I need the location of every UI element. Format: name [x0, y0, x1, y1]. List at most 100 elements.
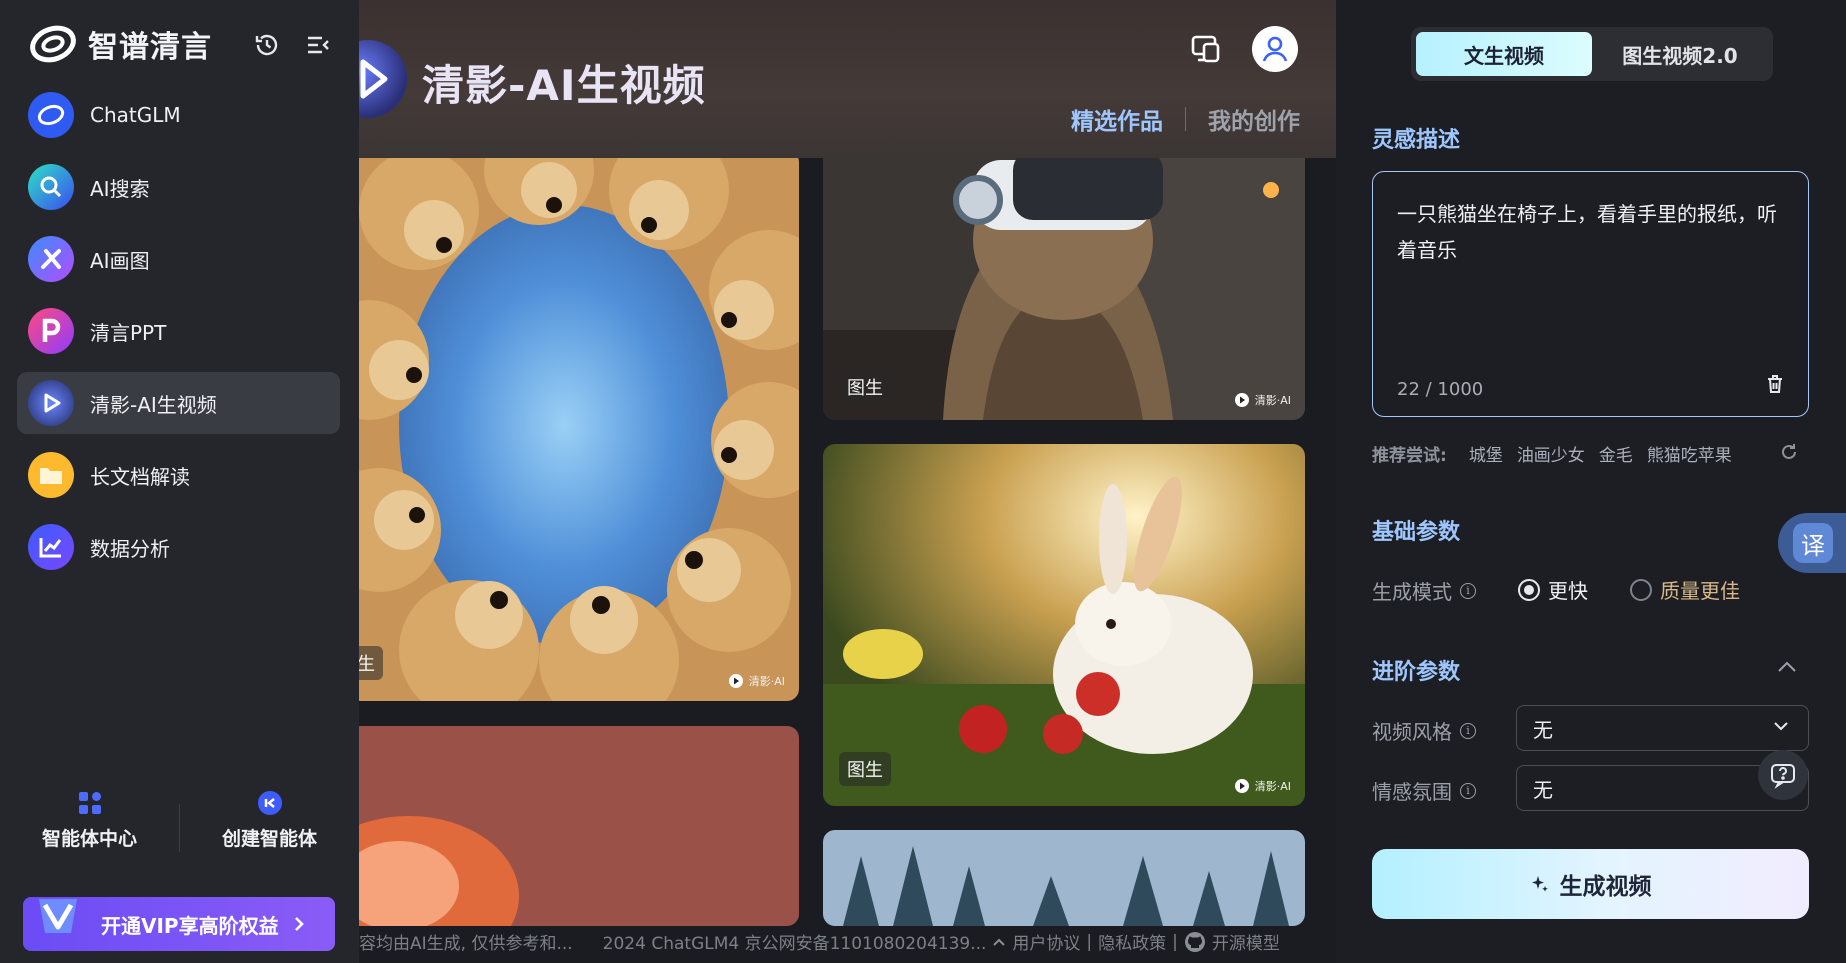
sidebar-item-label: AI搜索 [90, 176, 150, 201]
radio-dot-unchecked [1630, 578, 1652, 601]
mood-text: 情感氛围 [1372, 780, 1452, 804]
gallery-card-forest[interactable] [823, 830, 1305, 926]
gallery-card-flower[interactable] [359, 726, 799, 926]
chevron-up-icon[interactable] [1776, 660, 1798, 674]
footer: 容均由AI生成, 仅供参考和... 2024 ChatGLM4 京公网安备110… [359, 920, 1336, 963]
advanced-params-title: 进阶参数 [1372, 660, 1461, 685]
radio-quality[interactable]: 质量更佳 [1630, 575, 1740, 604]
info-icon[interactable]: i [1460, 722, 1476, 739]
ppt-icon [28, 308, 74, 354]
chevron-up-icon[interactable] [992, 937, 1006, 947]
vip-upgrade-button[interactable]: 开通VIP享高阶权益 [23, 897, 335, 951]
chart-icon [28, 524, 74, 570]
qingying-logo-icon [359, 40, 407, 118]
vip-badge-icon [39, 899, 77, 933]
rabbit-thumbnail [823, 444, 1305, 806]
video-style-select[interactable]: 无 [1516, 705, 1809, 751]
suggestion-chip[interactable]: 熊猫吃苹果 [1647, 441, 1732, 466]
generate-video-button[interactable]: 生成视频 [1372, 849, 1809, 919]
sparkle-icon [1531, 876, 1548, 892]
privacy-link[interactable]: 隐私政策 [1098, 929, 1166, 954]
gallery-card-dogs[interactable]: 生 清影·AI [359, 150, 799, 701]
tab-text-to-video[interactable]: 文生视频 [1416, 32, 1592, 76]
refresh-icon[interactable] [1779, 442, 1799, 462]
chevron-right-icon [294, 917, 304, 931]
prompt-text[interactable]: 一只熊猫坐在椅子上，看着手里的报纸，听着音乐 [1397, 196, 1787, 268]
sidebar-item-long-doc[interactable]: 长文档解读 [17, 444, 340, 506]
create-agent-button[interactable]: 创建智能体 [180, 790, 359, 860]
forest-thumbnail [823, 830, 1305, 926]
trash-icon[interactable] [1766, 374, 1784, 394]
create-agent-label: 创建智能体 [221, 828, 317, 850]
prompt-char-count: 22 / 1000 [1397, 379, 1484, 400]
watermark-text: 清影·AI [1254, 394, 1291, 407]
sidebar-item-label: 清影-AI生视频 [90, 392, 217, 417]
watermark-text: 清影·AI [748, 675, 785, 688]
sidebar-item-data-analysis[interactable]: 数据分析 [17, 516, 340, 578]
video-style-label: 视频风格 i [1372, 716, 1476, 745]
sidebar-item-label: AI画图 [90, 248, 150, 273]
zhipu-logo-icon [30, 25, 76, 63]
brand[interactable]: 智谱清言 [28, 22, 212, 66]
footer-separator: | [1172, 931, 1178, 952]
mood-value: 无 [1533, 777, 1553, 802]
basic-params-title: 基础参数 [1372, 520, 1461, 545]
sidebar-item-ai-video[interactable]: 清影-AI生视频 [17, 372, 340, 434]
sidebar-item-ppt[interactable]: 清言PPT [17, 300, 340, 362]
play-icon [728, 674, 743, 688]
flower-thumbnail [359, 726, 799, 926]
suggestion-chip[interactable]: 油画少女 [1517, 441, 1585, 466]
chevron-down-icon [1774, 722, 1788, 731]
card-tag: 生 [359, 646, 383, 680]
gen-mode-label: 生成模式 i [1372, 576, 1476, 605]
footer-disclaimer: 容均由AI生成, 仅供参考和... [359, 934, 573, 954]
sidebar-tools: 智能体中心 创建智能体 [0, 790, 359, 860]
card-tag: 图生 [839, 752, 891, 786]
radio-fast[interactable]: 更快 [1518, 575, 1588, 604]
mood-label: 情感氛围 i [1372, 776, 1476, 805]
suggestion-chip[interactable]: 城堡 [1469, 441, 1503, 466]
dogs-thumbnail [359, 150, 799, 701]
radio-fast-label: 更快 [1548, 579, 1588, 603]
grid-icon [78, 792, 101, 814]
sidebar-item-label: 清言PPT [90, 320, 167, 345]
info-icon[interactable]: i [1460, 782, 1476, 799]
help-chat-icon [1771, 764, 1795, 789]
tab-image-to-video[interactable]: 图生视频2.0 [1592, 32, 1768, 76]
prompt-input[interactable]: 一只熊猫坐在椅子上，看着手里的报纸，听着音乐 22 / 1000 [1372, 171, 1809, 417]
feedback-button[interactable] [1758, 750, 1808, 800]
info-icon[interactable]: i [1460, 582, 1476, 599]
brand-name: 智谱清言 [88, 30, 212, 65]
settings-panel: 文生视频 图生视频2.0 灵感描述 一只熊猫坐在椅子上，看着手里的报纸，听着音乐… [1336, 0, 1846, 963]
radio-dot-checked [1518, 578, 1540, 601]
open-source-link[interactable]: 开源模型 [1212, 929, 1280, 954]
gen-mode-text: 生成模式 [1372, 580, 1452, 604]
sidebar-item-label: ChatGLM [90, 103, 181, 127]
gallery-card-rabbit[interactable]: 图生 清影·AI [823, 444, 1305, 806]
sidebar-item-chatglm[interactable]: ChatGLM [17, 84, 340, 146]
translate-button[interactable]: 译 [1778, 513, 1846, 573]
github-icon[interactable] [1184, 931, 1206, 953]
suggestion-chip[interactable]: 金毛 [1599, 441, 1633, 466]
user-avatar[interactable] [1252, 26, 1298, 72]
page-title: 清影-AI生视频 [422, 61, 706, 110]
tab-featured[interactable]: 精选作品 [1071, 102, 1163, 136]
device-switch-icon[interactable] [1183, 26, 1229, 72]
sidebar: 智谱清言 ChatGLM AI搜索 AI画图 清言PPT 清影-AI生视频 长文… [0, 0, 359, 963]
history-icon[interactable] [252, 30, 282, 60]
inspiration-title: 灵感描述 [1372, 128, 1461, 153]
terms-link[interactable]: 用户协议 [1012, 929, 1080, 954]
card-watermark: 清影·AI [728, 673, 785, 689]
agent-center-button[interactable]: 智能体中心 [0, 790, 179, 860]
video-style-value: 无 [1533, 717, 1553, 742]
sidebar-item-label: 长文档解读 [90, 464, 190, 489]
collapse-sidebar-icon[interactable] [303, 30, 333, 60]
gallery-card-cat[interactable]: 图生 清影·AI [823, 120, 1305, 420]
gallery-tabs: 精选作品 我的创作 [1071, 102, 1300, 136]
sidebar-item-ai-draw[interactable]: AI画图 [17, 228, 340, 290]
video-style-text: 视频风格 [1372, 720, 1452, 744]
sidebar-item-ai-search[interactable]: AI搜索 [17, 156, 340, 218]
tab-my-creations[interactable]: 我的创作 [1208, 102, 1300, 136]
sidebar-nav: ChatGLM AI搜索 AI画图 清言PPT 清影-AI生视频 长文档解读 数… [17, 84, 340, 588]
agent-center-label: 智能体中心 [41, 828, 137, 850]
